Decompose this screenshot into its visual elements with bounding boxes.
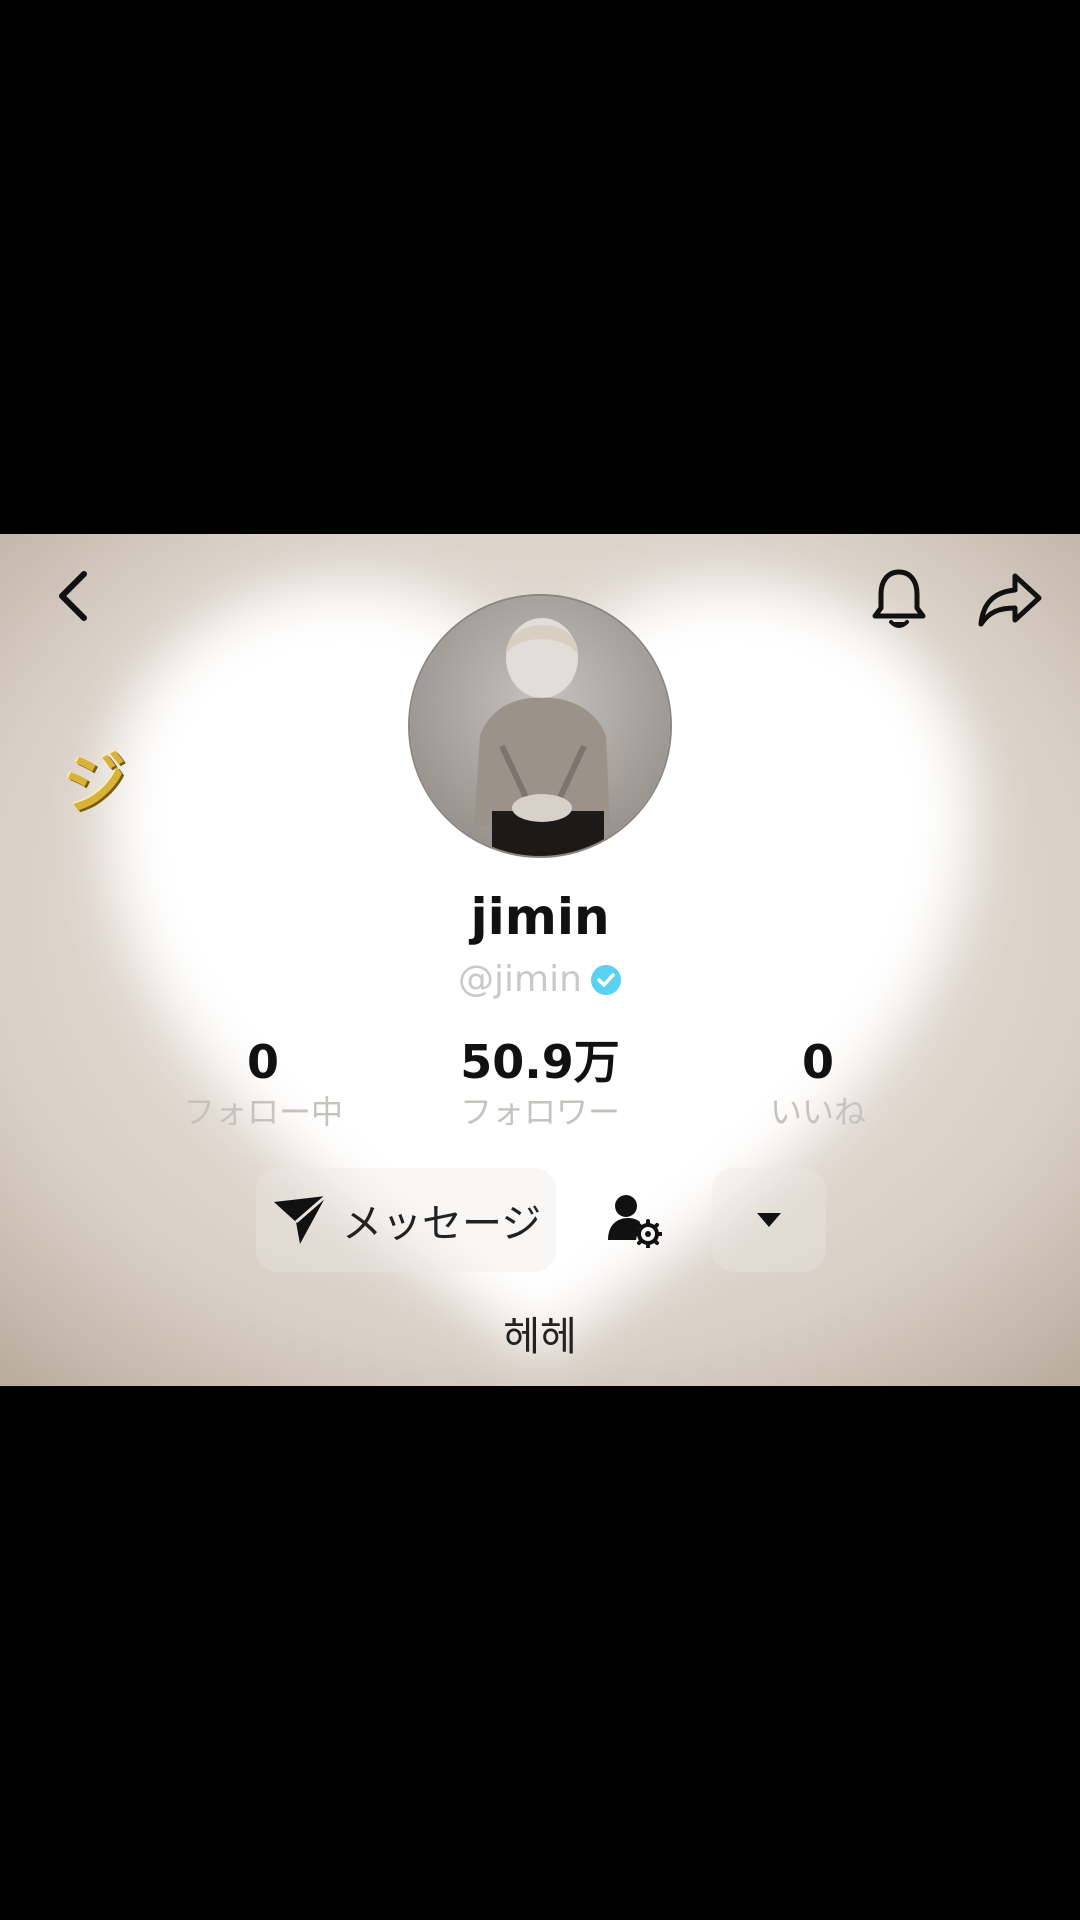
following-count: 0	[246, 1035, 279, 1089]
username-handle: @jimin	[458, 959, 582, 1000]
followers-label: フォロワー	[459, 1093, 620, 1131]
share-arrow-icon	[978, 573, 1042, 627]
profile-bio: 헤헤	[503, 1314, 577, 1360]
likes-label: いいね	[769, 1093, 866, 1131]
profile-screen: ジ jimin @jimin 0 フォロー中 50.9万 フォロワー 0 いいね…	[0, 534, 1080, 1386]
notification-bell-button[interactable]	[864, 564, 934, 634]
likes-count: 0	[801, 1035, 834, 1089]
friend-settings-button[interactable]	[594, 1180, 674, 1260]
handle-row: @jimin	[0, 959, 1080, 1000]
display-name: jimin	[470, 888, 610, 946]
send-icon	[274, 1194, 327, 1244]
verified-badge-icon	[590, 964, 621, 995]
share-button[interactable]	[972, 564, 1048, 634]
message-button[interactable]: メッセージ	[256, 1168, 556, 1272]
followers-stat[interactable]: 50.9万 フォロワー	[410, 1034, 670, 1134]
bell-icon	[872, 569, 926, 628]
back-button[interactable]	[40, 564, 104, 628]
chevron-left-icon	[59, 571, 87, 621]
followers-count: 50.9万	[460, 1035, 620, 1089]
avatar-photo	[410, 596, 670, 856]
following-label: フォロー中	[182, 1093, 343, 1131]
likes-stat[interactable]: 0 いいね	[688, 1034, 948, 1134]
person-gear-icon	[608, 1195, 662, 1248]
message-button-label: メッセージ	[342, 1201, 542, 1247]
more-options-button[interactable]	[712, 1168, 826, 1272]
caret-down-icon	[757, 1213, 781, 1227]
action-row: メッセージ	[256, 1168, 826, 1272]
following-stat[interactable]: 0 フォロー中	[133, 1034, 393, 1134]
sticker-decoration: ジ	[60, 743, 132, 825]
avatar[interactable]	[408, 594, 672, 858]
